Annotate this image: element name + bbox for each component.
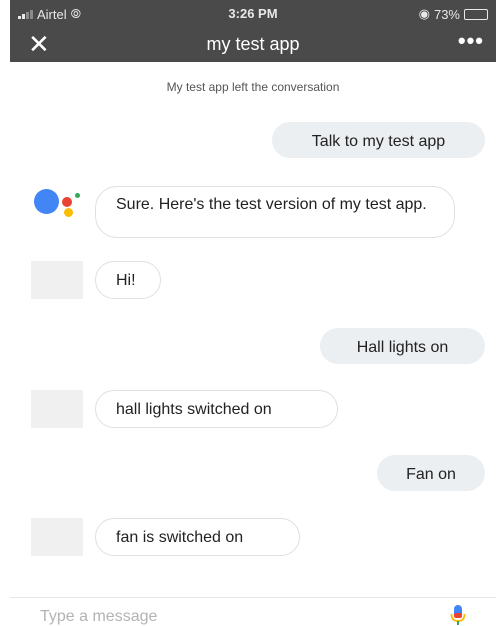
system-notice: My test app left the conversation	[166, 80, 340, 94]
user-message: Talk to my test app	[272, 122, 485, 158]
message-text: Hall lights on	[356, 339, 449, 356]
alarm-icon: ◉	[418, 6, 430, 21]
battery-percent: 73%	[433, 6, 460, 22]
assistant-message: Sure. Here's the test version of my test…	[95, 186, 455, 238]
message-text: fan is switched on	[116, 529, 244, 546]
composer-divider	[10, 597, 496, 598]
app-avatar	[31, 261, 83, 299]
microphone-icon[interactable]	[450, 604, 466, 626]
user-message: Hall lights on	[320, 328, 485, 364]
app-message: Hi!	[95, 261, 161, 299]
battery-info: ◉ 73%	[419, 6, 488, 22]
app-avatar	[31, 518, 83, 556]
app-message: fan is switched on	[95, 518, 300, 556]
page-title: my test app	[206, 34, 300, 54]
message-text: Sure. Here's the test version of my test…	[116, 196, 427, 213]
message-text: Hi!	[116, 272, 136, 289]
message-text: Fan on	[406, 466, 456, 483]
app-avatar	[31, 390, 83, 428]
message-text: Talk to my test app	[311, 133, 446, 150]
user-message: Fan on	[377, 455, 485, 491]
more-options-icon[interactable]: •••	[458, 28, 484, 54]
battery-icon	[464, 8, 488, 20]
app-bar: ✕ my test app •••	[10, 26, 496, 62]
app-message: hall lights switched on	[95, 390, 338, 428]
message-text: hall lights switched on	[116, 401, 272, 418]
message-input[interactable]	[40, 606, 420, 626]
status-bar: Airtel ⦾ 3:26 PM ◉ 73%	[10, 0, 496, 26]
google-assistant-logo-icon	[30, 186, 82, 222]
